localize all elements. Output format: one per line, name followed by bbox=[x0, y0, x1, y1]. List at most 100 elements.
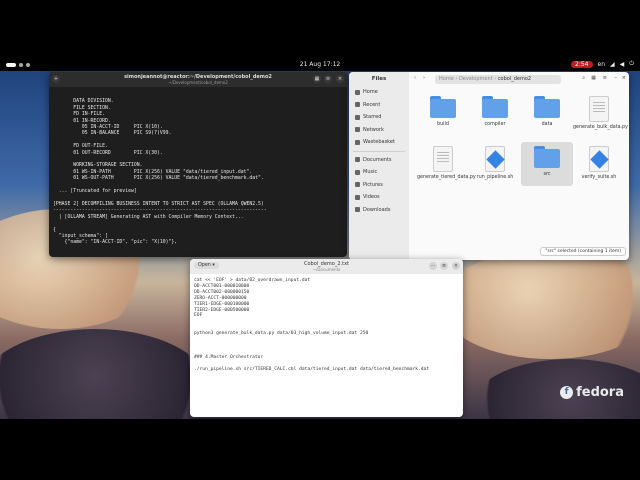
sidebar-item-downloads[interactable]: Downloads bbox=[349, 204, 409, 217]
script-file-icon bbox=[485, 146, 505, 172]
documents-icon bbox=[355, 157, 360, 163]
system-tray[interactable]: 2:54 en ◢ ◀ ⏻ bbox=[571, 60, 634, 68]
music-icon bbox=[355, 169, 360, 175]
path-home[interactable]: Home bbox=[439, 76, 454, 82]
script-file-icon bbox=[589, 146, 609, 172]
network-icon bbox=[355, 127, 360, 133]
forward-icon[interactable]: › bbox=[423, 75, 425, 81]
sidebar-item-label: Network bbox=[363, 126, 384, 133]
terminal-line: {"name": "IN-ACCT-ID", "pic": "X(10)"}, bbox=[53, 240, 178, 246]
file-name: verify_suite.sh bbox=[581, 175, 617, 180]
sidebar-item-label: Home bbox=[363, 89, 378, 95]
path-development[interactable]: Development bbox=[459, 76, 493, 82]
sidebar-item-label: Music bbox=[363, 169, 378, 175]
downloads-icon bbox=[355, 207, 360, 213]
editor-subtitle: ~/Documents bbox=[312, 267, 341, 272]
sidebar-item-recent[interactable]: Recent bbox=[349, 99, 409, 112]
tabs-overview-icon[interactable]: ▦ bbox=[313, 75, 321, 83]
sidebar-item-label: Downloads bbox=[363, 206, 391, 213]
text-file-icon bbox=[589, 96, 609, 122]
editor-text-area[interactable]: cat << 'EOF' > data/02_overdrawn_input.d… bbox=[190, 274, 463, 377]
sidebar-item-videos[interactable]: Videos bbox=[349, 191, 409, 204]
menu-icon[interactable]: ≡ bbox=[603, 75, 607, 81]
close-icon[interactable]: × bbox=[452, 262, 460, 270]
sidebar-item-label: Videos bbox=[363, 194, 380, 200]
terminal-output[interactable]: DATA DIVISION. FILE SECTION. FD IN-FILE.… bbox=[49, 87, 347, 253]
file-item[interactable]: generate_tiered_data.py bbox=[417, 142, 476, 186]
sidebar-item-pictures[interactable]: Pictures bbox=[349, 179, 409, 192]
text-editor-window[interactable]: Open ▾ Cobol_demo_2.txt ~/Documents ⋯ ≡ … bbox=[190, 259, 463, 417]
file-name: data bbox=[541, 122, 553, 127]
wastebasket-icon bbox=[355, 139, 360, 145]
home-icon bbox=[355, 89, 360, 95]
network-icon: ◢ bbox=[610, 60, 615, 68]
sidebar-item-label: Recent bbox=[363, 101, 381, 108]
editor-line: ./run_pipeline.sh src/TIERED_CALC.cbl da… bbox=[194, 366, 430, 372]
editor-titlebar[interactable]: Open ▾ Cobol_demo_2.txt ~/Documents ⋯ ≡ … bbox=[190, 259, 463, 274]
sidebar-item-label: Documents bbox=[363, 156, 392, 163]
file-grid: build compiler data generate_bulk_data.pyge… bbox=[417, 92, 628, 186]
clock[interactable]: 21 Aug 17:12 bbox=[0, 61, 640, 68]
file-item[interactable]: run_pipeline.sh bbox=[469, 142, 521, 186]
file-name: src bbox=[543, 172, 551, 177]
close-icon[interactable]: × bbox=[622, 75, 626, 81]
wallpaper-cloud bbox=[440, 249, 640, 359]
path-bar[interactable]: Home › Development › cobol_demo2 bbox=[435, 75, 561, 84]
top-bar: 21 Aug 17:12 2:54 en ◢ ◀ ⏻ bbox=[0, 59, 640, 71]
files-app-title: Files bbox=[371, 76, 387, 82]
file-item[interactable]: data bbox=[521, 92, 573, 136]
close-icon[interactable]: × bbox=[336, 75, 344, 83]
sidebar-item-wastebasket[interactable]: Wastebasket bbox=[349, 136, 409, 149]
search-icon[interactable]: ⌕ bbox=[582, 75, 585, 81]
sidebar-item-music[interactable]: Music bbox=[349, 166, 409, 179]
fedora-icon: f bbox=[560, 386, 574, 399]
power-icon: ⏻ bbox=[629, 60, 634, 67]
file-item[interactable]: src bbox=[521, 142, 573, 186]
files-window[interactable]: Files Home Recent Starred Network Wastebaske… bbox=[349, 72, 629, 260]
fedora-logo: f fedora bbox=[560, 385, 624, 400]
sidebar-divider bbox=[353, 150, 405, 152]
starred-icon bbox=[355, 114, 360, 120]
file-name: build bbox=[437, 122, 449, 127]
sidebar-item-starred[interactable]: Starred bbox=[349, 111, 409, 124]
terminal-window[interactable]: + simonjeannot@reactor:~/Development/cob… bbox=[49, 72, 347, 257]
file-name: compiler bbox=[484, 122, 506, 127]
videos-icon bbox=[355, 194, 360, 200]
desktop: 21 Aug 17:12 2:54 en ◢ ◀ ⏻ + simonjeanno… bbox=[0, 59, 640, 419]
file-item[interactable]: build bbox=[417, 92, 469, 136]
selection-status: "src" selected (containing 1 item) bbox=[540, 247, 626, 256]
folder-icon bbox=[482, 96, 508, 118]
recent-icon bbox=[355, 102, 360, 108]
menu-icon[interactable]: ≡ bbox=[440, 262, 448, 270]
sidebar-item-documents[interactable]: Documents bbox=[349, 154, 409, 167]
recording-indicator[interactable]: 2:54 bbox=[571, 60, 593, 68]
sidebar-item-label: Wastebasket bbox=[363, 139, 395, 145]
files-sidebar: Files Home Recent Starred Network Wastebaske… bbox=[349, 72, 409, 260]
pictures-icon bbox=[355, 182, 360, 188]
file-item[interactable]: compiler bbox=[469, 92, 521, 136]
options-icon[interactable]: ⋯ bbox=[429, 262, 437, 270]
folder-icon bbox=[534, 96, 560, 118]
minimize-icon[interactable]: – bbox=[615, 75, 618, 81]
terminal-titlebar[interactable]: + simonjeannot@reactor:~/Development/cob… bbox=[49, 72, 347, 87]
view-icon[interactable]: ▦ bbox=[591, 75, 596, 81]
sidebar-item-label: Starred bbox=[363, 114, 382, 120]
sidebar-item-network[interactable]: Network bbox=[349, 124, 409, 137]
file-name: generate_bulk_data.py bbox=[573, 125, 628, 130]
terminal-subtitle: ~/Development/cobol_demo2 bbox=[168, 80, 228, 85]
language-indicator[interactable]: en bbox=[598, 61, 606, 68]
file-name: run_pipeline.sh bbox=[476, 175, 514, 180]
text-file-icon bbox=[433, 146, 453, 172]
folder-icon bbox=[534, 146, 560, 168]
back-icon[interactable]: ‹ bbox=[414, 75, 416, 81]
sidebar-item-home[interactable]: Home bbox=[349, 86, 409, 99]
volume-icon: ◀ bbox=[619, 60, 625, 68]
file-item[interactable]: generate_bulk_data.py bbox=[573, 92, 628, 136]
path-current[interactable]: cobol_demo2 bbox=[498, 76, 531, 82]
folder-icon bbox=[430, 96, 456, 118]
file-item[interactable]: verify_suite.sh bbox=[573, 142, 625, 186]
file-name: generate_tiered_data.py bbox=[417, 175, 476, 180]
wallpaper-cloud bbox=[0, 329, 210, 419]
sidebar-item-label: Pictures bbox=[363, 181, 383, 188]
menu-icon[interactable]: ≡ bbox=[324, 75, 332, 83]
